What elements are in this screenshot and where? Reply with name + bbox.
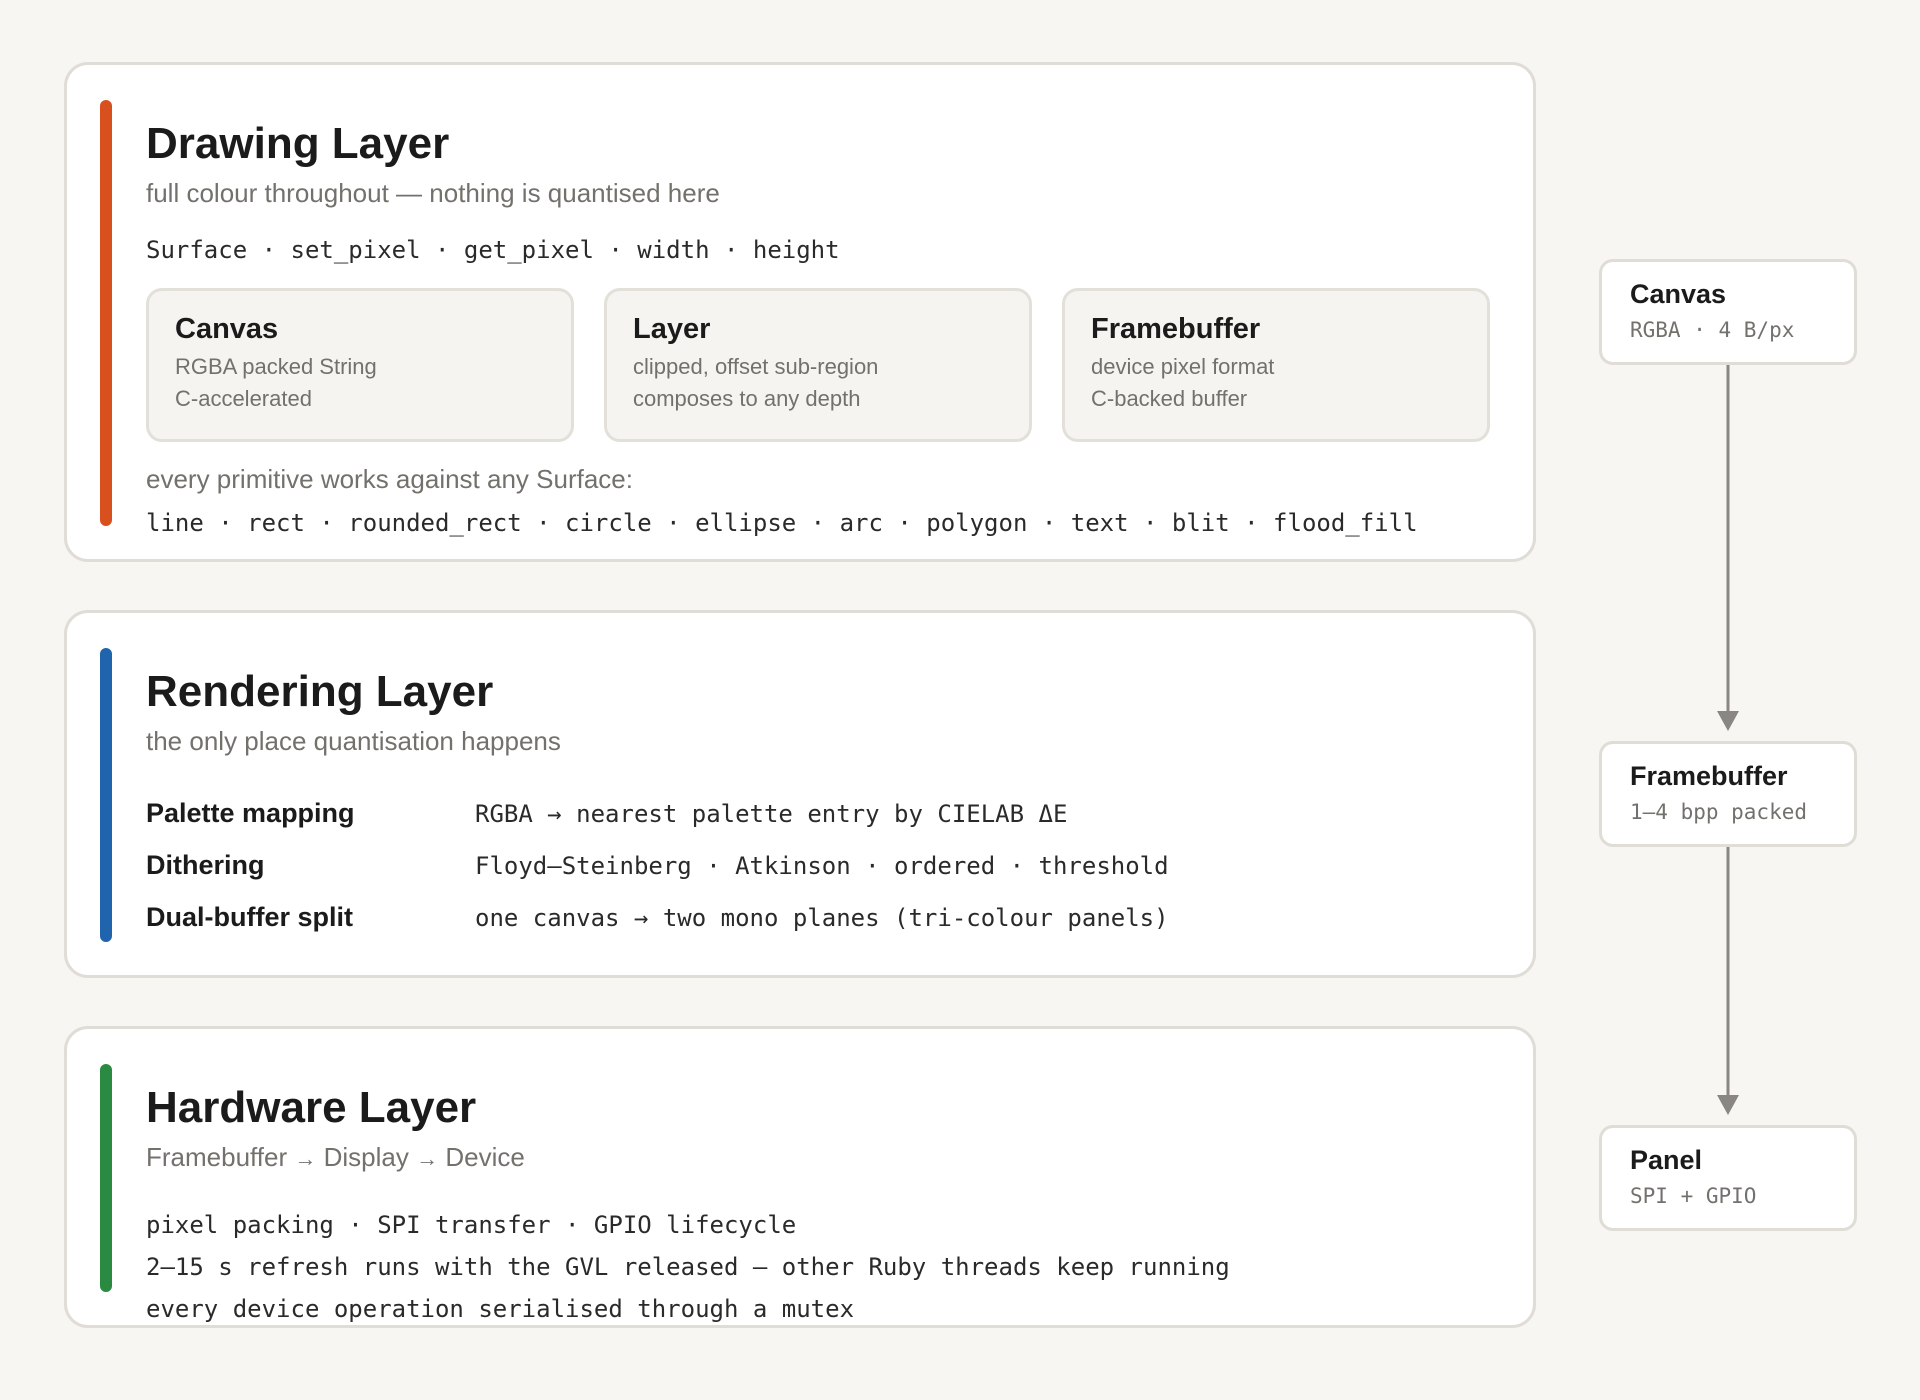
flow-node-subtitle: RGBA · 4 B/px	[1630, 318, 1795, 342]
arrowhead-icon	[1717, 711, 1739, 731]
flow-node-framebuffer: Framebuffer 1–4 bpp packed	[1599, 741, 1857, 847]
flow-node-subtitle: SPI + GPIO	[1630, 1184, 1757, 1208]
flow-node-title: Canvas	[1630, 279, 1727, 309]
flow-node-canvas: Canvas RGBA · 4 B/px	[1599, 259, 1857, 365]
architecture-diagram: Drawing Layer full colour throughout — n…	[0, 0, 1920, 1400]
flow-node-title: Panel	[1630, 1145, 1703, 1175]
flow-node-subtitle: 1–4 bpp packed	[1630, 800, 1808, 824]
flow-node-title: Framebuffer	[1630, 761, 1788, 791]
arrowhead-icon	[1717, 1095, 1739, 1115]
flow-node-panel: Panel SPI + GPIO	[1599, 1125, 1857, 1231]
